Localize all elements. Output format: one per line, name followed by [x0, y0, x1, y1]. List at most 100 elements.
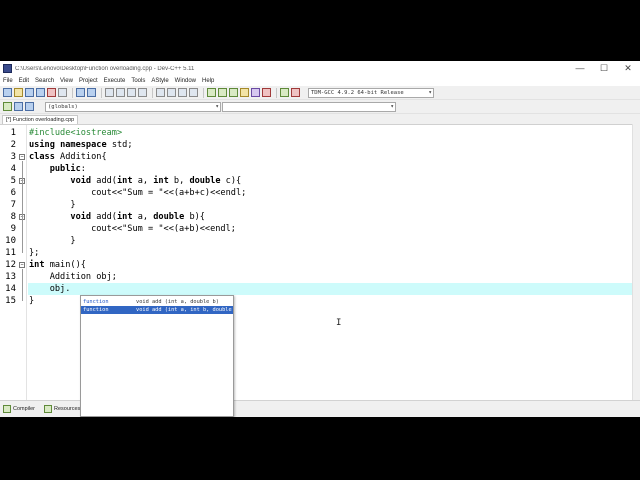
code-line[interactable]: };: [29, 247, 39, 259]
line-number: 9: [10, 224, 16, 234]
autocomplete-item-signature: void add (int a, int b, double c): [136, 307, 233, 313]
autocomplete-item[interactable]: function void add (int a, int b, double c…: [81, 306, 233, 314]
fold-toggle-icon[interactable]: −: [19, 154, 25, 160]
fold-guide: [22, 161, 23, 253]
open-file-icon[interactable]: [14, 88, 23, 97]
line-number: 13: [5, 272, 16, 282]
code-line[interactable]: void add(int a, double b){: [29, 211, 205, 223]
chevron-down-icon: ▾: [390, 103, 394, 110]
resources-icon: [44, 405, 52, 413]
line-number: 4: [10, 164, 16, 174]
main-toolbar: TDM-GCC 4.9.2 64-bit Release ▾: [0, 86, 640, 100]
find-next-icon[interactable]: [127, 88, 136, 97]
class-toolbar: (globals) ▾ ▾: [0, 100, 640, 114]
code-line[interactable]: using namespace std;: [29, 139, 133, 151]
fold-toggle-icon[interactable]: −: [19, 262, 25, 268]
toggle-comment-icon[interactable]: [178, 88, 187, 97]
toolbar-divider: [203, 87, 204, 98]
menu-window[interactable]: Window: [175, 78, 196, 84]
unindent-icon[interactable]: [156, 88, 165, 97]
code-line[interactable]: obj.: [29, 283, 71, 295]
line-number: 3: [10, 152, 16, 162]
autocomplete-popup[interactable]: function void add (int a, double b) functi…: [80, 295, 234, 417]
code-line[interactable]: int main(){: [29, 259, 86, 271]
line-number: 6: [10, 188, 16, 198]
save-icon[interactable]: [25, 88, 34, 97]
line-number: 14: [5, 284, 16, 294]
chevron-down-icon: ▾: [428, 88, 432, 96]
tab-compiler[interactable]: Compiler: [3, 405, 35, 413]
replace-icon[interactable]: [116, 88, 125, 97]
run-icon[interactable]: [218, 88, 227, 97]
menu-help[interactable]: Help: [202, 78, 214, 84]
menu-project[interactable]: Project: [79, 78, 98, 84]
scope-select[interactable]: (globals) ▾: [45, 102, 221, 112]
line-number: 1: [10, 128, 16, 138]
compile-run-icon[interactable]: [229, 88, 238, 97]
debug-icon[interactable]: [262, 88, 271, 97]
compiler-icon: [3, 405, 11, 413]
menu-astyle[interactable]: AStyle: [151, 78, 168, 84]
insert-icon[interactable]: [3, 102, 12, 111]
menu-search[interactable]: Search: [35, 78, 54, 84]
toggle-bookmark-icon[interactable]: [14, 102, 23, 111]
autocomplete-item[interactable]: function void add (int a, double b): [81, 298, 233, 306]
title-bar: C:\Users\Lenovo\Desktop\Function overloa…: [0, 61, 640, 76]
menu-view[interactable]: View: [60, 78, 73, 84]
indent-icon[interactable]: [167, 88, 176, 97]
minimize-button[interactable]: —: [568, 61, 592, 76]
chevron-down-icon: ▾: [215, 103, 219, 110]
window-title: C:\Users\Lenovo\Desktop\Function overloa…: [15, 65, 195, 72]
line-number: 2: [10, 140, 16, 150]
redo-icon[interactable]: [87, 88, 96, 97]
menu-edit[interactable]: Edit: [19, 78, 29, 84]
compiler-select[interactable]: TDM-GCC 4.9.2 64-bit Release ▾: [308, 87, 434, 98]
code-line[interactable]: }: [29, 235, 75, 247]
code-line[interactable]: public:: [29, 163, 86, 175]
tab-resources[interactable]: Resources: [44, 405, 80, 413]
undo-icon[interactable]: [76, 88, 85, 97]
close-button[interactable]: ✕: [616, 61, 640, 76]
tab-function-overloading[interactable]: [*] Function overloading.cpp: [2, 115, 79, 124]
line-number: 7: [10, 200, 16, 210]
code-line[interactable]: void add(int a, int b, double c){: [29, 175, 241, 187]
line-number: 12: [5, 260, 16, 270]
text-cursor-icon: I: [336, 318, 342, 328]
code-line[interactable]: cout<<"Sum = "<<(a+b)<<endl;: [29, 223, 236, 235]
line-number: 11: [5, 248, 16, 258]
code-line[interactable]: Addition obj;: [29, 271, 117, 283]
compiler-select-value: TDM-GCC 4.9.2 64-bit Release: [311, 89, 404, 96]
scope-select-value: (globals): [48, 104, 78, 110]
profile-icon[interactable]: [280, 88, 289, 97]
goto-bookmark-icon[interactable]: [25, 102, 34, 111]
autocomplete-item-kind: function: [83, 299, 109, 305]
toolbar-divider: [72, 87, 73, 98]
tab-compiler-label: Compiler: [13, 406, 36, 412]
menu-tools[interactable]: Tools: [131, 78, 145, 84]
compile-icon[interactable]: [207, 88, 216, 97]
code-line[interactable]: class Addition{: [29, 151, 107, 163]
line-gutter: 123456789101112131415−−−−: [0, 125, 27, 401]
rebuild-icon[interactable]: [240, 88, 249, 97]
maximize-button[interactable]: ☐: [592, 61, 616, 76]
code-line[interactable]: #include<iostream>: [29, 127, 122, 139]
new-file-icon[interactable]: [3, 88, 12, 97]
line-number: 10: [5, 236, 16, 246]
code-line[interactable]: }: [29, 295, 34, 307]
find-icon[interactable]: [105, 88, 114, 97]
line-number: 15: [5, 296, 16, 306]
delete-profile-icon[interactable]: [291, 88, 300, 97]
symbol-select[interactable]: ▾: [222, 102, 396, 112]
print-icon[interactable]: [58, 88, 67, 97]
check-syntax-icon[interactable]: [251, 88, 260, 97]
menu-file[interactable]: File: [3, 78, 13, 84]
goto-line-icon[interactable]: [138, 88, 147, 97]
close-file-icon[interactable]: [47, 88, 56, 97]
vertical-scrollbar[interactable]: [632, 124, 640, 400]
save-all-icon[interactable]: [36, 88, 45, 97]
code-line[interactable]: cout<<"Sum = "<<(a+b+c)<<endl;: [29, 187, 246, 199]
code-line[interactable]: }: [29, 199, 75, 211]
uncomment-icon[interactable]: [189, 88, 198, 97]
menu-execute[interactable]: Execute: [104, 78, 126, 84]
app-icon: [3, 64, 12, 73]
